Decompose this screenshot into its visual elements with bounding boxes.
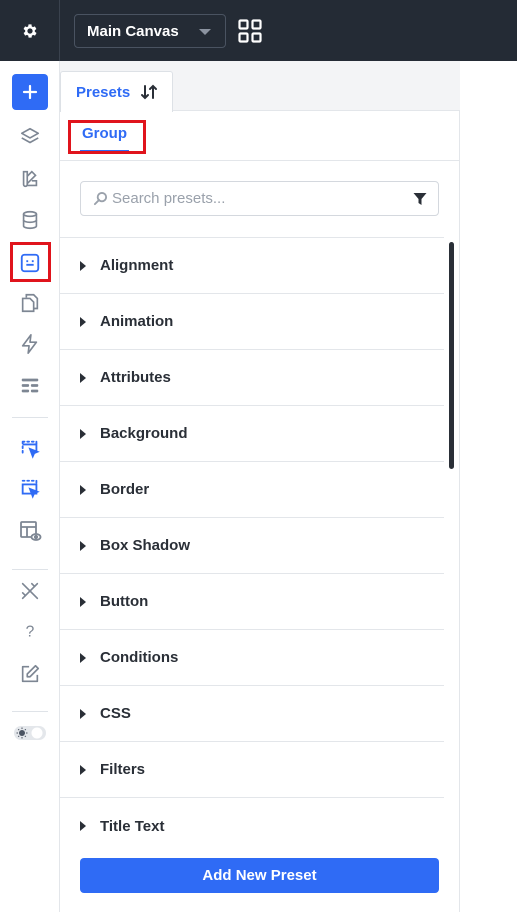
theme-toggle-icon [14, 726, 46, 740]
highlight-box [68, 120, 146, 154]
tools-button[interactable] [12, 573, 48, 609]
form-icon [21, 378, 39, 393]
preset-row-label: Button [100, 593, 149, 610]
caret-right-icon [80, 372, 86, 383]
preset-row-label: Title Text [100, 817, 165, 835]
preset-row[interactable]: Alignment [60, 238, 444, 294]
edit-icon [21, 664, 40, 683]
caret-right-icon [80, 484, 86, 495]
left-sidebar: ? [0, 61, 60, 912]
tools-icon [21, 582, 39, 600]
preset-row[interactable]: Conditions [60, 630, 444, 686]
search-field [80, 181, 439, 216]
highlight-box [10, 242, 51, 282]
interactions-icon [21, 334, 38, 354]
sidebar-divider [12, 711, 48, 712]
tab-presets[interactable]: Presets [60, 71, 173, 112]
sort-icon[interactable] [140, 84, 158, 100]
search-icon [93, 191, 108, 206]
sidebar-divider [12, 569, 48, 570]
database-button[interactable] [12, 202, 48, 238]
database-icon [22, 210, 38, 230]
form-button[interactable] [12, 367, 48, 403]
pages-icon [21, 293, 39, 313]
add-icon [22, 84, 38, 100]
caret-right-icon [80, 428, 86, 439]
canvas-select[interactable]: Main Canvas [74, 14, 226, 48]
preset-row-label: CSS [100, 705, 131, 722]
add-element-button[interactable] [12, 74, 48, 110]
layers-icon [20, 127, 40, 144]
preset-row-label: Conditions [100, 649, 179, 666]
caret-right-icon [80, 540, 86, 551]
caret-right-icon [80, 821, 86, 831]
grid-icon [238, 19, 262, 43]
preset-row-label: Background [100, 425, 188, 442]
components-icon [22, 170, 38, 188]
preset-row-label: Animation [100, 313, 174, 330]
caret-right-icon [80, 708, 86, 719]
template-preview-icon [20, 521, 42, 541]
preset-row[interactable]: Attributes [60, 350, 444, 406]
filter-icon[interactable] [413, 192, 427, 206]
panel-tab-bar: Presets [60, 61, 460, 112]
preset-row[interactable]: Animation [60, 294, 444, 350]
preset-row[interactable]: Background [60, 406, 444, 462]
preset-row[interactable]: Filters [60, 742, 444, 798]
preset-row[interactable]: Box Shadow [60, 518, 444, 574]
preset-row-label: Alignment [100, 257, 174, 274]
settings-button[interactable] [0, 0, 60, 61]
add-new-preset-button[interactable]: Add New Preset [80, 858, 439, 893]
top-bar: Main Canvas [0, 0, 517, 61]
caret-right-icon [80, 652, 86, 663]
select-element-button[interactable] [12, 431, 48, 467]
gear-icon [23, 23, 37, 38]
tab-presets-label: Presets [76, 83, 131, 101]
select-multiple-button[interactable] [12, 471, 48, 507]
canvas-grid-button[interactable] [238, 19, 262, 43]
preset-row-label: Attributes [100, 369, 171, 386]
edit-button[interactable] [12, 656, 48, 692]
caret-right-icon [80, 596, 86, 607]
preset-list: Alignment Animation Attributes Background Bo… [60, 237, 444, 854]
components-button[interactable] [12, 161, 48, 197]
caret-right-icon [80, 260, 86, 271]
preset-row[interactable]: Title Text [60, 798, 444, 854]
preset-row[interactable]: CSS [60, 686, 444, 742]
list-scrollbar[interactable] [449, 242, 454, 469]
caret-right-icon [80, 316, 86, 327]
preset-row[interactable]: Button [60, 574, 444, 630]
presets-panel: Presets Group AlignmentAnimationAttribut… [60, 61, 460, 912]
svg-text:?: ? [26, 624, 35, 641]
preset-row-label: Border [100, 481, 150, 498]
help-button[interactable]: ? [12, 613, 48, 649]
select-element-icon [21, 440, 40, 459]
caret-right-icon [80, 764, 86, 775]
preset-row-label: Filters [100, 761, 146, 778]
search-input[interactable] [112, 182, 402, 215]
select-multiple-icon [21, 479, 40, 499]
sidebar-divider [12, 417, 48, 418]
help-icon: ? [26, 624, 35, 641]
theme-toggle[interactable] [12, 715, 48, 751]
preset-row-label: Box Shadow [100, 537, 191, 554]
pages-button[interactable] [12, 285, 48, 321]
template-preview-button[interactable] [12, 513, 48, 549]
preset-row[interactable]: Border [60, 462, 444, 518]
caret-down-icon [199, 29, 211, 35]
layers-button[interactable] [12, 119, 48, 155]
canvas-select-value: Main Canvas [87, 22, 179, 40]
interactions-button[interactable] [12, 326, 48, 362]
